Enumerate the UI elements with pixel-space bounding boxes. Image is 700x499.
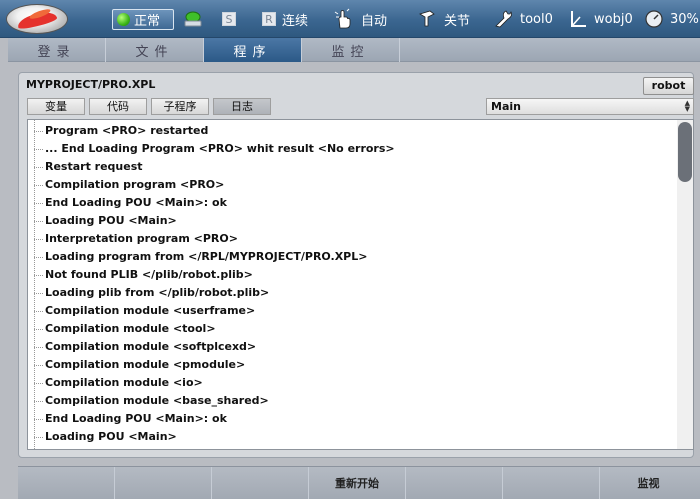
log-line: End Loading POU <Main>: ok: [28, 194, 227, 212]
tab-login[interactable]: 登录: [8, 38, 106, 62]
continuous-label: 连续: [282, 13, 309, 29]
hand-icon: [334, 8, 351, 29]
log-scrollbar[interactable]: [677, 120, 693, 449]
r-icon: R: [262, 12, 276, 26]
log-line: Interpretation program <PRO>: [28, 230, 238, 248]
top-status-bar: 正常 S R 连续 自动 关节 tool0 wobj0 30%: [0, 0, 700, 38]
joint-mode[interactable]: 关节: [416, 0, 470, 38]
log-line: Loading plib from </plib/robot.plib>: [28, 284, 269, 302]
monitor-button[interactable]: 监视: [600, 467, 697, 499]
log-line: End Loading POU <Main>: ok: [28, 410, 227, 428]
subtab-code[interactable]: 代码: [89, 98, 147, 115]
speed-label: 30%: [670, 11, 699, 27]
robot-state-icon[interactable]: [182, 0, 204, 38]
log-list[interactable]: Program <PRO> restarted ... End Loading …: [27, 119, 694, 450]
bottom-button-1[interactable]: [18, 467, 115, 499]
bottom-button-6[interactable]: [503, 467, 600, 499]
bottom-button-3[interactable]: [212, 467, 309, 499]
pou-selector-value: Main: [491, 100, 521, 113]
log-line: Not found PLIB </plib/robot.plib>: [28, 266, 253, 284]
s-icon: S: [222, 12, 236, 26]
pou-selector[interactable]: Main ▲ ▼: [486, 98, 694, 115]
tab-monitor[interactable]: 监控: [302, 38, 400, 62]
wobj-selector[interactable]: wobj0: [568, 0, 633, 38]
subtab-variables[interactable]: 变量: [27, 98, 85, 115]
continuous-mode[interactable]: R 连续: [262, 0, 308, 38]
log-line: Program <PRO> restarted: [28, 122, 208, 140]
logo: [6, 4, 68, 34]
log-line: Compilation module <userframe>: [28, 302, 255, 320]
tab-file[interactable]: 文件: [106, 38, 204, 62]
log-line: Compilation module <tool>: [28, 320, 216, 338]
s-indicator[interactable]: S: [222, 0, 236, 38]
joint-label: 关节: [444, 13, 471, 29]
log-line: Compilation module <pmodule>: [28, 356, 245, 374]
log-line: Compilation module <base_shared>: [28, 392, 269, 410]
program-path: MYPROJECT/PRO.XPL: [26, 78, 156, 91]
bottom-button-bar: 重新开始 监视: [18, 466, 700, 499]
wrench-icon: [495, 10, 512, 28]
speedometer-icon: [645, 10, 663, 28]
log-line: Loading POU <Main>: [28, 428, 177, 446]
auto-label: 自动: [361, 13, 388, 29]
auto-mode[interactable]: 自动: [333, 0, 387, 38]
wobj-label: wobj0: [594, 11, 633, 27]
status-ok-icon: [117, 13, 130, 26]
log-line: ... End Loading Program <PRO> whit resul…: [28, 140, 395, 158]
tool-selector[interactable]: tool0: [492, 0, 553, 38]
restart-button[interactable]: 重新开始: [309, 467, 406, 499]
coordinate-axes-icon: [571, 11, 586, 27]
robot-button[interactable]: robot: [643, 77, 694, 95]
bottom-button-2[interactable]: [115, 467, 212, 499]
select-arrows-icon: ▲ ▼: [684, 99, 690, 113]
tool-label: tool0: [520, 11, 553, 27]
log-line: Compilation module <io>: [28, 374, 203, 392]
joint-arm-icon: [419, 10, 435, 27]
speed-control[interactable]: 30%: [644, 0, 699, 38]
log-line: Compilation program <PRO>: [28, 176, 224, 194]
log-line: Compilation module <softplcexd>: [28, 338, 256, 356]
subtab-log[interactable]: 日志: [213, 98, 271, 115]
scrollbar-thumb[interactable]: [678, 122, 692, 182]
tab-program[interactable]: 程序: [204, 38, 302, 62]
log-line: Loading POU <Main>: [28, 212, 177, 230]
status-button[interactable]: 正常: [112, 9, 174, 30]
subtab-subprograms[interactable]: 子程序: [151, 98, 209, 115]
log-line: Restart request: [28, 158, 143, 176]
main-tabs: 登录 文件 程序 监控: [8, 38, 700, 62]
status-label: 正常: [134, 14, 161, 29]
log-line: Loading program from </RPL/MYPROJECT/PRO…: [28, 248, 367, 266]
bottom-button-5[interactable]: [406, 467, 503, 499]
